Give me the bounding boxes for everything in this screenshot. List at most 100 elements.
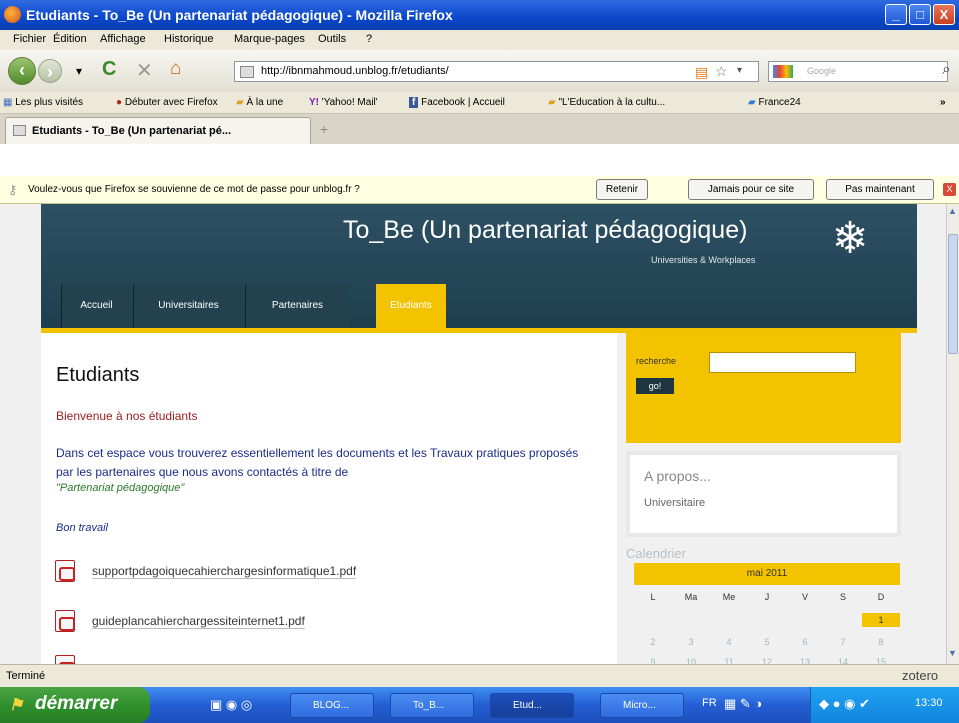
scroll-down-icon[interactable]: ▼ bbox=[948, 648, 957, 658]
calendar-day[interactable]: 15 bbox=[862, 657, 900, 664]
calendar-day[interactable]: 2 bbox=[634, 637, 672, 647]
home-icon[interactable]: ⌂ bbox=[170, 58, 181, 80]
menu-marque-pages[interactable]: Marque-pages bbox=[234, 33, 305, 45]
facebook-icon: f bbox=[409, 97, 419, 108]
never-for-site-button[interactable]: Jamais pour ce site bbox=[688, 179, 814, 200]
bookmark-debuter-firefox[interactable]: ● Débuter avec Firefox bbox=[116, 97, 218, 108]
calendar-day[interactable]: 1 bbox=[862, 613, 900, 627]
status-bar: Terminé zotero bbox=[0, 664, 959, 687]
pdf-file-icon[interactable] bbox=[55, 560, 75, 582]
calendar-day[interactable]: 10 bbox=[672, 657, 710, 664]
dropdown-history-icon[interactable]: ▾ bbox=[76, 64, 82, 78]
nav-accueil[interactable]: Accueil bbox=[61, 284, 131, 328]
calendar-day[interactable]: 6 bbox=[786, 637, 824, 647]
menu-bar: Fichier Édition Affichage Historique Mar… bbox=[0, 30, 959, 50]
calendar-day[interactable]: 9 bbox=[634, 657, 672, 664]
calendar-widget: Calendrier mai 2011 L Ma Me J V S D 1 2 … bbox=[626, 546, 905, 664]
taskbar-item-etud[interactable]: Etud... bbox=[490, 693, 574, 718]
maximize-button[interactable]: □ bbox=[909, 4, 931, 25]
new-tab-button[interactable]: + bbox=[320, 121, 328, 137]
pdf-link-1[interactable]: supportpdagoiquecahierchargesinformatiqu… bbox=[92, 564, 357, 579]
nav-partenaires[interactable]: Partenaires bbox=[245, 284, 349, 328]
firefox-bookmark-icon: ● bbox=[116, 97, 123, 108]
calendar-day[interactable]: 5 bbox=[748, 637, 786, 647]
search-panel: recherche go! bbox=[626, 333, 901, 443]
url-dropdown-icon[interactable]: ▾ bbox=[737, 65, 742, 76]
bon-travail-text: Bon travail bbox=[56, 522, 108, 534]
folder-icon: ▰ bbox=[548, 97, 556, 108]
site-search-input[interactable] bbox=[709, 352, 856, 373]
tray-icons[interactable]: ◆ ● ◉ ✔ bbox=[819, 696, 870, 712]
bookmark-les-plus-visites[interactable]: ▦ Les plus visités bbox=[3, 97, 83, 108]
quicklaunch-icons[interactable]: ▣ ◉ ◎ bbox=[210, 697, 252, 713]
go-button[interactable]: go! bbox=[636, 378, 674, 394]
nav-universitaires[interactable]: Universitaires bbox=[133, 284, 243, 328]
bookmark-a-la-une[interactable]: ▰ À la une bbox=[236, 97, 283, 108]
stop-icon[interactable]: ✕ bbox=[136, 58, 153, 83]
bookmark-yahoo-mail[interactable]: Y! 'Yahoo! Mail' bbox=[309, 97, 378, 108]
calendar-day[interactable]: 4 bbox=[710, 637, 748, 647]
taskbar-item-micro[interactable]: Micro... bbox=[600, 693, 684, 718]
taskbar-item-blog[interactable]: BLOG... bbox=[290, 693, 374, 718]
calendar-weekdays: L Ma Me J V S D bbox=[634, 592, 900, 610]
bookmark-education-culture[interactable]: ▰ "L'Education à la cultu... bbox=[548, 97, 665, 108]
site-favicon-icon bbox=[240, 66, 254, 78]
bookmark-label: France24 bbox=[758, 97, 801, 108]
search-engine-box[interactable]: Google bbox=[768, 61, 948, 82]
clock: 13:30 bbox=[915, 697, 943, 709]
weekday-label: Me bbox=[722, 592, 736, 602]
nav-etudiants[interactable]: Etudiants bbox=[376, 284, 446, 328]
taskbar-item-tobe[interactable]: To_B... bbox=[390, 693, 474, 718]
menu-historique[interactable]: Historique bbox=[164, 33, 214, 45]
calendar-day[interactable]: 11 bbox=[710, 657, 748, 664]
scroll-thumb[interactable] bbox=[948, 234, 958, 354]
menu-affichage[interactable]: Affichage bbox=[100, 33, 146, 45]
calendar-day[interactable]: 12 bbox=[748, 657, 786, 664]
partenariat-text: "Partenariat pédagogique" bbox=[56, 482, 185, 494]
scroll-up-icon[interactable]: ▲ bbox=[948, 206, 957, 216]
tray-quick-icons[interactable]: ▦ ✎ ◑ bbox=[724, 696, 762, 712]
minimize-button[interactable]: _ bbox=[885, 4, 907, 25]
start-button[interactable]: ⚑ démarrer bbox=[0, 687, 150, 723]
window-title-bar[interactable]: Etudiants - To_Be (Un partenariat pédago… bbox=[0, 0, 959, 30]
zotero-button[interactable]: zotero bbox=[902, 668, 938, 683]
pdf-file-icon[interactable] bbox=[55, 610, 75, 632]
calendar-day[interactable]: 8 bbox=[862, 637, 900, 647]
menu-fichier[interactable]: Fichier bbox=[13, 33, 46, 45]
forward-button[interactable]: › bbox=[38, 59, 62, 83]
url-text: http://ibnmahmoud.unblog.fr/etudiants/ bbox=[261, 65, 449, 77]
search-icon[interactable]: ⌕ bbox=[942, 61, 951, 79]
calendar-week-row: 1 bbox=[634, 613, 900, 631]
window-title: Etudiants - To_Be (Un partenariat pédago… bbox=[26, 7, 453, 23]
bookmark-star-icon[interactable]: ☆ bbox=[715, 63, 728, 80]
calendar-day[interactable]: 14 bbox=[824, 657, 862, 664]
rss-feed-icon[interactable]: ▤ bbox=[695, 64, 708, 81]
not-now-button[interactable]: Pas maintenant bbox=[826, 179, 934, 200]
menu-edition[interactable]: Édition bbox=[53, 33, 87, 45]
vertical-scrollbar[interactable]: ▲ ▼ bbox=[946, 204, 959, 664]
bookmark-facebook[interactable]: f Facebook | Accueil bbox=[409, 97, 505, 108]
pdf-link-2[interactable]: guideplancahierchargessiteinternet1.pdf bbox=[92, 614, 305, 629]
pdf-file-icon[interactable] bbox=[55, 655, 75, 664]
calendar-day[interactable]: 7 bbox=[824, 637, 862, 647]
google-icon[interactable] bbox=[773, 65, 793, 78]
firefox-logo-icon bbox=[4, 6, 21, 23]
site-title[interactable]: To_Be (Un partenariat pédagogique) bbox=[343, 216, 747, 245]
menu-help[interactable]: ? bbox=[366, 33, 372, 45]
close-window-button[interactable]: X bbox=[933, 4, 955, 25]
tab-favicon-icon bbox=[13, 125, 26, 136]
calendar-month[interactable]: mai 2011 bbox=[634, 563, 900, 585]
menu-outils[interactable]: Outils bbox=[318, 33, 346, 45]
calendar-day[interactable]: 3 bbox=[672, 637, 710, 647]
tab-etudiants[interactable]: Etudiants - To_Be (Un partenariat pé... bbox=[5, 117, 311, 144]
bookmarks-overflow-icon[interactable]: » bbox=[940, 97, 946, 108]
close-notification-icon[interactable]: X bbox=[943, 183, 956, 196]
language-indicator[interactable]: FR bbox=[702, 697, 717, 709]
bookmark-france24[interactable]: ▰ France24 bbox=[748, 97, 801, 108]
reload-icon[interactable]: C bbox=[102, 58, 116, 81]
notification-text: Voulez-vous que Firefox se souvienne de … bbox=[28, 184, 360, 195]
url-bar[interactable]: http://ibnmahmoud.unblog.fr/etudiants/ ▤… bbox=[234, 61, 759, 82]
remember-button[interactable]: Retenir bbox=[596, 179, 648, 200]
back-button[interactable]: ‹ bbox=[8, 57, 36, 85]
calendar-day[interactable]: 13 bbox=[786, 657, 824, 664]
